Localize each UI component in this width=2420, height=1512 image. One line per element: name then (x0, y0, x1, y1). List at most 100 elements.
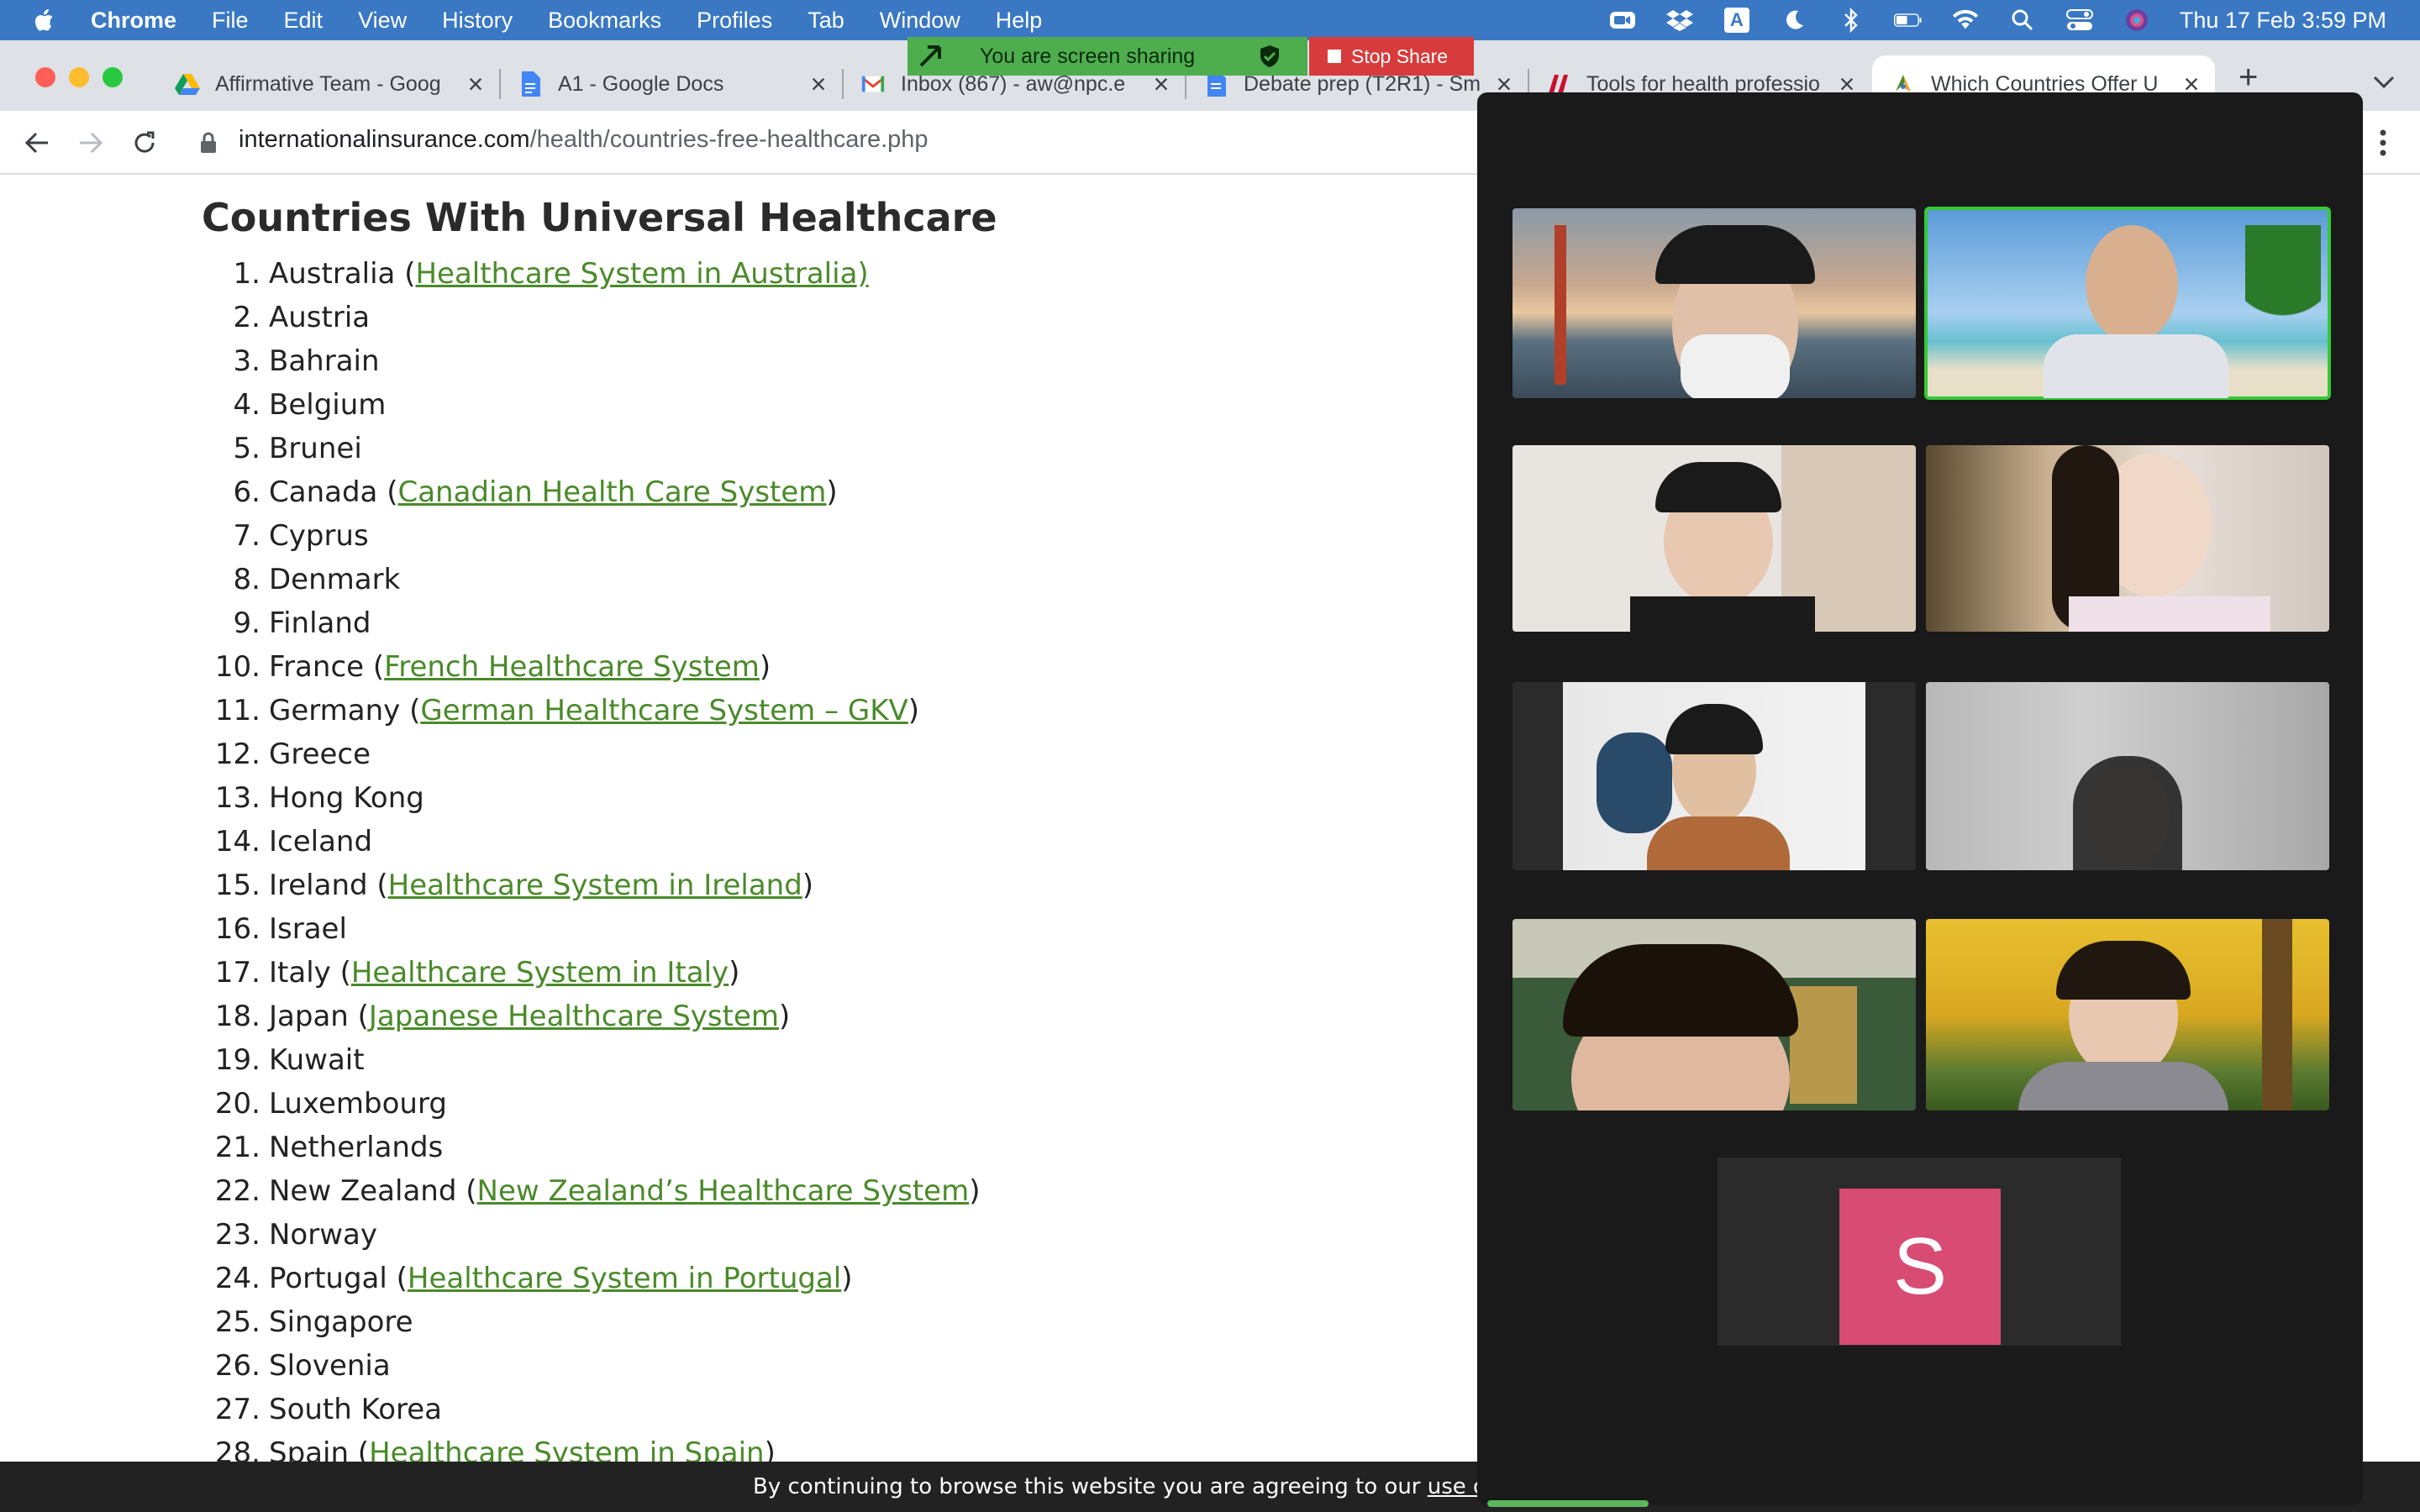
tab-affirmative-team[interactable]: Affirmative Team - Goog × (175, 59, 487, 109)
forward-arrow-icon[interactable] (74, 126, 108, 160)
participant-face (2086, 225, 2178, 343)
list-number: 24. (214, 1262, 260, 1295)
country-name: Greece (269, 738, 371, 771)
menubar-clock[interactable]: Thu 17 Feb 3:59 PM (2180, 8, 2386, 34)
reload-icon[interactable] (128, 126, 161, 160)
participant-video-tile[interactable] (1512, 919, 1916, 1110)
menu-tab[interactable]: Tab (808, 8, 844, 34)
participant-video (1563, 682, 1865, 870)
menu-view[interactable]: View (358, 8, 407, 34)
window-zoom-button[interactable] (103, 67, 123, 87)
participant-hair (2056, 941, 2191, 1000)
wifi-icon[interactable] (1951, 8, 1980, 33)
healthcare-system-link[interactable]: Canadian Health Care System (397, 475, 826, 509)
participant-video-tile[interactable] (1926, 919, 2329, 1110)
stop-share-button[interactable]: Stop Share (1309, 37, 1474, 76)
participant-video-tile[interactable] (1512, 208, 1916, 398)
country-list-item: 4. Belgium (0, 383, 980, 427)
participant-video-tile[interactable] (1926, 445, 2329, 632)
participant-video-tile[interactable] (1926, 682, 2329, 870)
menu-app-chrome[interactable]: Chrome (91, 8, 176, 34)
tab-search-chevron-icon[interactable] (2371, 74, 2396, 91)
menu-profiles[interactable]: Profiles (697, 8, 772, 34)
browser-menu-icon[interactable] (2378, 128, 2388, 158)
country-list-item: 5. Brunei (0, 427, 980, 470)
share-banner-text: You are screen sharing (980, 44, 1196, 68)
country-list-item: 9. Finland (0, 601, 980, 645)
new-tab-button[interactable]: + (2238, 59, 2258, 97)
country-name: Belgium (269, 388, 387, 422)
healthcare-system-link[interactable]: Healthcare System in Ireland (388, 869, 802, 902)
participant-video-tile[interactable] (1512, 445, 1916, 632)
window-minimize-button[interactable] (69, 67, 89, 87)
web-page-content: Countries With Universal Healthcare 1. Au… (0, 176, 1479, 1462)
participant-shirt (1647, 816, 1790, 870)
country-name: Austria (269, 301, 371, 334)
paren: ) (802, 869, 814, 902)
zoom-icon[interactable] (1608, 8, 1637, 33)
tab-a1-google-docs[interactable]: A1 - Google Docs × (518, 59, 830, 109)
list-number: 7. (233, 519, 260, 553)
paren: ( (330, 956, 351, 990)
country-name: Denmark (269, 563, 401, 596)
apple-menu-icon[interactable] (34, 7, 57, 34)
list-number: 12. (214, 738, 260, 771)
healthcare-system-link[interactable]: New Zealand’s Healthcare System (477, 1174, 970, 1208)
menu-history[interactable]: History (442, 8, 513, 34)
healthcare-system-link[interactable]: German Healthcare System – GKV (420, 694, 908, 727)
control-center-icon[interactable] (2065, 8, 2094, 33)
list-number: 15. (214, 869, 260, 902)
stop-share-label: Stop Share (1351, 45, 1449, 67)
spotlight-icon[interactable] (2008, 8, 2037, 33)
paren: ( (349, 1436, 370, 1462)
participant-avatar: S (1839, 1189, 2001, 1345)
healthcare-system-link[interactable]: Healthcare System in Spain (369, 1436, 765, 1462)
healthcare-system-link[interactable]: Healthcare System in Australia) (415, 257, 868, 291)
healthcare-system-link[interactable]: Healthcare System in Portugal (408, 1262, 841, 1295)
moon-icon[interactable] (1780, 8, 1808, 33)
window-close-button[interactable] (35, 67, 55, 87)
url-path: /health/countries-free-healthcare.php (529, 126, 929, 153)
list-number: 11. (214, 694, 260, 727)
address-bar-input[interactable]: internationalinsurance.com/health/countr… (239, 126, 929, 154)
back-arrow-icon[interactable] (20, 126, 54, 160)
battery-icon[interactable] (1893, 8, 1923, 33)
paren: ( (348, 1000, 369, 1033)
paren: ( (387, 1262, 408, 1295)
panel-resize-handle[interactable] (1487, 1500, 1649, 1507)
tab-close-icon[interactable]: × (807, 69, 830, 100)
healthcare-system-link[interactable]: Healthcare System in Italy (351, 956, 729, 990)
dropbox-icon[interactable] (1665, 8, 1694, 33)
paren: ( (364, 650, 385, 684)
participant-video-tile-active-speaker[interactable] (1924, 207, 2331, 400)
menu-edit[interactable]: Edit (284, 8, 324, 34)
participant-mask (1681, 334, 1790, 398)
country-name: Luxembourg (269, 1087, 447, 1121)
country-list-item: 23. Norway (0, 1213, 980, 1257)
menu-help[interactable]: Help (996, 8, 1043, 34)
menu-bookmarks[interactable]: Bookmarks (548, 8, 661, 34)
menu-file[interactable]: File (212, 8, 249, 34)
country-list-item: 7. Cyprus (0, 514, 980, 558)
list-number: 28. (214, 1436, 260, 1462)
healthcare-system-link[interactable]: French Healthcare System (384, 650, 760, 684)
tab-close-icon[interactable]: × (464, 69, 487, 100)
menu-window[interactable]: Window (880, 8, 960, 34)
participant-hair (1655, 462, 1781, 512)
participant-video-tile[interactable] (1512, 682, 1916, 870)
country-name: Japan (269, 1000, 349, 1033)
country-name: Norway (269, 1218, 377, 1252)
list-number: 18. (214, 1000, 260, 1033)
country-name: Spain (269, 1436, 349, 1462)
list-number: 3. (233, 344, 260, 378)
lock-icon[interactable] (192, 126, 225, 160)
bg-tree (2262, 919, 2292, 1110)
country-name: Portugal (269, 1262, 387, 1295)
input-source-icon[interactable]: A (1723, 8, 1751, 33)
healthcare-system-link[interactable]: Japanese Healthcare System (369, 1000, 779, 1033)
participant-hair (1655, 225, 1815, 284)
country-name: Netherlands (269, 1131, 444, 1164)
siri-icon[interactable] (2123, 8, 2151, 33)
bluetooth-icon[interactable] (1837, 8, 1865, 33)
list-number: 1. (233, 257, 260, 291)
